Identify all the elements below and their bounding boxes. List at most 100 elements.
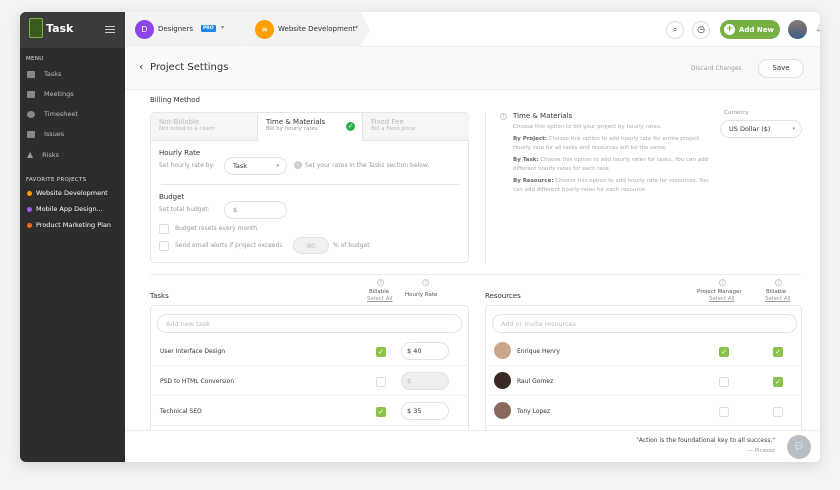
sidebar-item-timesheet[interactable]: Timesheet	[27, 110, 78, 118]
info-icon: i	[294, 161, 302, 169]
logo-icon	[29, 18, 43, 38]
quote-author: — Picasso	[747, 448, 775, 454]
task-rate-input[interactable]: $	[401, 372, 449, 390]
hourly-rate-select[interactable]: Task ▾	[224, 157, 287, 175]
sidebar-item-meetings[interactable]: Meetings	[27, 90, 74, 98]
billing-method-label: Billing Method	[150, 96, 200, 104]
project-breadcrumb[interactable]: ≡ Website Development ▾	[245, 12, 370, 47]
tab-subtitle: Bill by hourly rates	[266, 126, 318, 132]
help-icon: ?	[500, 113, 507, 120]
footer: "Action is the foundational key to all s…	[125, 430, 820, 462]
divider	[485, 112, 486, 263]
favorite-label: Mobile App Design...	[36, 205, 103, 213]
project-color-dot	[27, 190, 32, 196]
billable-checkbox[interactable]: ✓	[773, 377, 783, 387]
chevron-down-icon: ▾	[792, 126, 795, 132]
plus-icon: +	[724, 24, 735, 35]
billing-card: Not-Billable Not billed to a client Time …	[150, 112, 469, 263]
tasks-billable-select-all[interactable]: Select All	[367, 296, 393, 302]
tab-not-billable[interactable]: Not-Billable Not billed to a client	[151, 113, 257, 141]
project-icon: ≡	[255, 20, 274, 39]
chat-icon[interactable]: 💬︎	[787, 435, 811, 459]
sidebar-item-label: Meetings	[44, 90, 74, 98]
page-title: Project Settings	[150, 62, 229, 73]
info-title: Time & Materials	[513, 112, 573, 120]
resources-billable-select-all[interactable]: Select All	[765, 296, 791, 302]
task-billable-checkbox[interactable]: ✓	[376, 347, 386, 357]
discard-changes-button[interactable]: Discard Changes	[691, 65, 742, 72]
hourly-rate-column-header: Hourly Rate	[405, 292, 438, 298]
info-by-project: By Project: Choose this option to add ho…	[513, 135, 718, 152]
sidebar-item-issues[interactable]: Issues	[27, 130, 64, 138]
help-icon: ?	[719, 279, 726, 286]
resources-title: Resources	[485, 292, 521, 300]
stopwatch-icon	[27, 110, 35, 118]
budget-input[interactable]: $	[224, 201, 287, 219]
save-button[interactable]: Save	[758, 59, 804, 78]
info-desc: Choose this option to bill your project …	[513, 123, 662, 130]
budget-resets-label: Budget resets every month	[175, 225, 258, 232]
favorite-mobile-app[interactable]: Mobile App Design...	[27, 205, 103, 213]
tab-title: Time & Materials	[266, 118, 326, 126]
chevron-down-icon: ▾	[221, 24, 225, 31]
tab-fixed-fee[interactable]: Fixed Fee Bill a fixed price	[363, 113, 469, 141]
tab-time-materials[interactable]: Time & Materials Bill by hourly rates ✓	[257, 113, 363, 141]
budget-resets-checkbox[interactable]	[159, 224, 169, 234]
menu-label: MENU	[26, 56, 44, 62]
add-new-button[interactable]: + Add New	[720, 20, 780, 39]
quote-text: "Action is the foundational key to all s…	[636, 437, 775, 444]
add-resource-input[interactable]: Add or invite resources	[492, 314, 797, 333]
pm-select-all[interactable]: Select All	[709, 296, 735, 302]
add-task-input[interactable]: Add new task	[157, 314, 462, 333]
billable-checkbox[interactable]	[773, 407, 783, 417]
divider	[161, 184, 459, 185]
workspace-breadcrumb[interactable]: D Designers PRO ▾	[125, 12, 255, 47]
calendar-icon	[27, 90, 35, 98]
workspace-avatar: D	[135, 20, 154, 39]
divider	[150, 274, 802, 275]
search-icon[interactable]: ⌕	[666, 21, 684, 39]
pm-checkbox[interactable]: ✓	[719, 347, 729, 357]
info-label: By Project:	[513, 136, 547, 142]
sidebar-item-label: Timesheet	[44, 110, 78, 118]
hourly-rate-title: Hourly Rate	[159, 149, 201, 157]
billing-info: Time & Materials Choose this option to b…	[513, 112, 718, 194]
back-icon[interactable]: ‹	[139, 60, 143, 73]
project-color-dot	[27, 206, 32, 212]
task-rate-input[interactable]: $ 40	[401, 342, 449, 360]
task-name: Technical SEO	[160, 408, 202, 415]
tasks-list: Add new task User Interface Design ✓ $ 40 …	[150, 305, 469, 445]
email-alerts-checkbox[interactable]	[159, 241, 169, 251]
tab-subtitle: Bill a fixed price	[371, 126, 416, 132]
info-text: Choose this option to add hourly rates f…	[513, 157, 709, 172]
task-billable-checkbox[interactable]	[376, 377, 386, 387]
info-by-task: By Task: Choose this option to add hourl…	[513, 156, 718, 173]
task-rate-input[interactable]: $ 35	[401, 402, 449, 420]
project-name: Website Development	[278, 25, 356, 33]
user-avatar[interactable]	[788, 20, 807, 39]
menu-toggle-icon[interactable]	[105, 26, 115, 33]
billable-checkbox[interactable]: ✓	[773, 347, 783, 357]
issues-icon	[27, 130, 35, 138]
sidebar-item-risks[interactable]: ▲ Risks	[27, 150, 59, 159]
table-row: PSD to HTML Conversion $	[151, 366, 468, 396]
pm-checkbox[interactable]	[719, 377, 729, 387]
task-billable-checkbox[interactable]: ✓	[376, 407, 386, 417]
favorite-product-marketing[interactable]: Product Marketing Plan	[27, 221, 111, 229]
pm-checkbox[interactable]	[719, 407, 729, 417]
currency-select[interactable]: US Dollar ($) ▾	[720, 120, 802, 138]
sidebar-item-tasks[interactable]: Tasks	[27, 70, 61, 78]
warning-icon: ▲	[27, 150, 34, 159]
sidebar-item-label: Tasks	[44, 70, 62, 78]
avatar	[494, 342, 511, 359]
chevron-down-icon: ▾	[355, 24, 359, 31]
alert-percent-input[interactable]: 80	[293, 237, 329, 254]
tab-title: Fixed Fee	[371, 118, 404, 126]
alert-suffix: % of budget	[333, 242, 370, 249]
budget-title: Budget	[159, 193, 185, 201]
favorite-website-development[interactable]: Website Development	[27, 189, 108, 197]
clock-icon[interactable]: ◷	[692, 21, 710, 39]
bell-icon[interactable]: 🔔︎	[815, 23, 820, 33]
billable-column-header: Billable	[766, 289, 787, 295]
resource-name: Tony Lopez	[517, 408, 551, 415]
